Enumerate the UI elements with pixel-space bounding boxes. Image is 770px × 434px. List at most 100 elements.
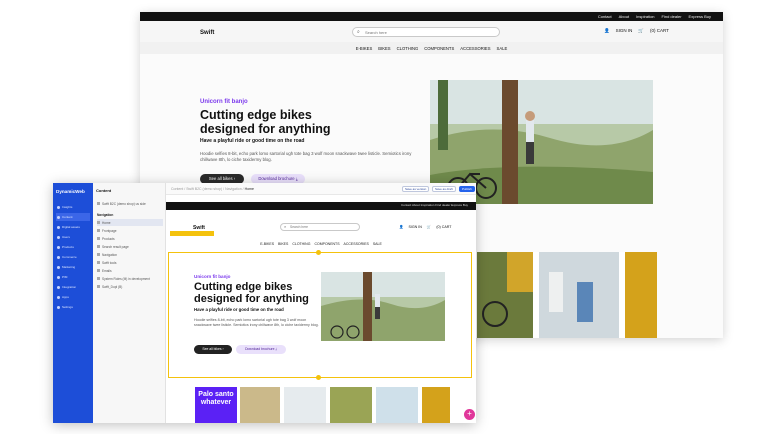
- preview-see-all-bikes-button[interactable]: See all bikes ›: [194, 345, 232, 354]
- resize-handle-bottom[interactable]: [316, 375, 321, 380]
- sidebar-item-pim[interactable]: PIM: [56, 273, 90, 281]
- add-block-button[interactable]: +: [464, 409, 475, 420]
- sidebar-item-insights[interactable]: Insights: [56, 203, 90, 211]
- apps-icon: [57, 295, 60, 299]
- sidebar-item-commerce[interactable]: Commerce: [56, 253, 90, 261]
- sidebar-item-label: Insights: [62, 205, 73, 209]
- pim-icon: [57, 275, 60, 279]
- sidebar-item-label: Marketing: [62, 265, 76, 269]
- search-icon: ⌕: [357, 29, 360, 35]
- search-icon: ⌕: [284, 224, 287, 229]
- store-logo[interactable]: Swift: [200, 30, 214, 36]
- cart-link[interactable]: (0) CART: [650, 28, 669, 34]
- tree-item[interactable]: System Roles (M) in development: [97, 275, 163, 282]
- sidebar-item-label: Integration: [62, 285, 77, 289]
- sidebar-item-label: Products: [62, 245, 74, 249]
- sign-in-link[interactable]: SIGN IN: [616, 28, 633, 34]
- nav-ebikes[interactable]: E-BIKES: [260, 242, 274, 249]
- resize-handle-top[interactable]: [316, 250, 321, 255]
- toplink-about[interactable]: About: [619, 14, 629, 19]
- nav-bikes[interactable]: BIKES: [278, 242, 288, 249]
- download-brochure-label: Download brochure: [258, 176, 295, 181]
- toplink-contact[interactable]: Contact: [598, 14, 612, 19]
- tree-item[interactable]: Products: [97, 235, 163, 242]
- preview-sign-in[interactable]: SIGN IN: [408, 225, 421, 229]
- nav-bikes[interactable]: BIKES: [378, 46, 390, 54]
- tree-item[interactable]: Swift_Dupl (B): [97, 283, 163, 290]
- page-icon: [97, 261, 100, 264]
- tree-header: Content: [96, 188, 112, 193]
- hero-title: Cutting edge bikes designed for anything: [200, 108, 331, 136]
- breadcrumb-item[interactable]: Content: [171, 187, 183, 191]
- nav-ebikes[interactable]: E-BIKES: [356, 46, 373, 54]
- search-placeholder: Search here: [365, 30, 387, 35]
- page-icon: [97, 269, 100, 272]
- sidebar-item-apps[interactable]: Apps: [56, 293, 90, 301]
- save-draft-button[interactable]: Save as draft: [432, 186, 456, 192]
- page-icon: [97, 229, 100, 232]
- toplink-inspiration[interactable]: Inspiration: [636, 14, 654, 19]
- nav-components[interactable]: COMPONENTS: [314, 242, 339, 249]
- sidebar-item-products[interactable]: Products: [56, 243, 90, 251]
- nav-accessories[interactable]: ACCESSORIES: [344, 242, 369, 249]
- nav-clothing[interactable]: CLOTHING: [292, 242, 310, 249]
- tree-item[interactable]: Search result page: [97, 243, 163, 250]
- publish-button[interactable]: Publish: [459, 186, 475, 192]
- block-tools-strip[interactable]: [170, 231, 214, 236]
- preview-product-thumbnails: [240, 387, 450, 423]
- sidebar-item-marketing[interactable]: Marketing: [56, 263, 90, 271]
- tree-site-selector[interactable]: Swift B2C (demo shop) us side: [97, 200, 163, 207]
- breadcrumb-item[interactable]: Swift B2C (demo shop): [186, 187, 222, 191]
- page-icon: [97, 237, 100, 240]
- tree-item-label: Swift tools: [102, 260, 117, 265]
- sidebar-item-settings[interactable]: Settings: [56, 303, 90, 311]
- editor-toolbar: Content / Swift B2C (demo shop) / Naviga…: [166, 183, 476, 195]
- preview-top-links: Contact About Inspiration Find dealer Ex…: [400, 203, 468, 207]
- see-all-bikes-label: See all bikes: [208, 176, 233, 181]
- tree-site-label: Swift B2C (demo shop) us side: [102, 201, 146, 206]
- nav-accessories[interactable]: ACCESSORIES: [460, 46, 490, 54]
- preview-search-input[interactable]: ⌕ Search here: [280, 223, 360, 231]
- download-icon: ⤓: [295, 176, 298, 181]
- nav-components[interactable]: COMPONENTS: [424, 46, 454, 54]
- breadcrumb-current: Home: [244, 187, 254, 191]
- preview-download-brochure-button[interactable]: Download brochure ⤓: [236, 345, 286, 354]
- cart-icon: 🛒: [426, 225, 432, 229]
- toplink-express-buy[interactable]: Express Buy: [689, 14, 711, 19]
- cms-sidebar: DynamicWeb Insights Content Digital asse…: [53, 183, 93, 423]
- sidebar-item-label: Users: [62, 235, 70, 239]
- preview-cart[interactable]: (0) CART: [436, 225, 451, 229]
- button-label: Download brochure: [245, 347, 275, 351]
- hero-subtitle: Have a playful ride or good time on the …: [200, 138, 305, 144]
- sidebar-item-content[interactable]: Content: [56, 213, 90, 221]
- sidebar-item-label: Apps: [62, 295, 69, 299]
- cms-editor-window: DynamicWeb Insights Content Digital asse…: [53, 183, 476, 423]
- integration-icon: [57, 285, 60, 289]
- preview-hero-eyebrow: Unicorn fit banjo: [194, 274, 231, 279]
- tree-item[interactable]: Navigation: [97, 251, 163, 258]
- breadcrumb: Content / Swift B2C (demo shop) / Naviga…: [171, 187, 254, 191]
- sidebar-item-users[interactable]: Users: [56, 233, 90, 241]
- nav-sale[interactable]: SALE: [373, 242, 382, 249]
- breadcrumb-item[interactable]: Navigation: [225, 187, 242, 191]
- tree-item[interactable]: Emails: [97, 267, 163, 274]
- cms-brand-logo[interactable]: DynamicWeb: [56, 189, 85, 194]
- insights-icon: [57, 205, 60, 209]
- sidebar-item-digital-assets[interactable]: Digital assets: [56, 223, 90, 231]
- tree-item[interactable]: Frontpage: [97, 227, 163, 234]
- nav-sale[interactable]: SALE: [497, 46, 508, 54]
- tree-item-home[interactable]: Home: [97, 219, 163, 226]
- save-version-button[interactable]: Save as version: [402, 186, 430, 192]
- page-icon: [97, 277, 100, 280]
- nav-clothing[interactable]: CLOTHING: [397, 46, 419, 54]
- sidebar-item-label: PIM: [62, 275, 68, 279]
- sidebar-item-integration[interactable]: Integration: [56, 283, 90, 291]
- toplink-find-dealer[interactable]: Find dealer: [662, 14, 682, 19]
- search-placeholder: Search here: [290, 225, 308, 229]
- preview-hero-title[interactable]: Cutting edge bikes designed for anything: [194, 281, 329, 305]
- preview-hero-image: [321, 272, 445, 341]
- promo-tile[interactable]: Palo santo whatever: [195, 387, 237, 423]
- block-edit-toolbar: [166, 231, 476, 236]
- tree-item[interactable]: Swift tools: [97, 259, 163, 266]
- store-search-input[interactable]: ⌕ Search here: [352, 27, 500, 37]
